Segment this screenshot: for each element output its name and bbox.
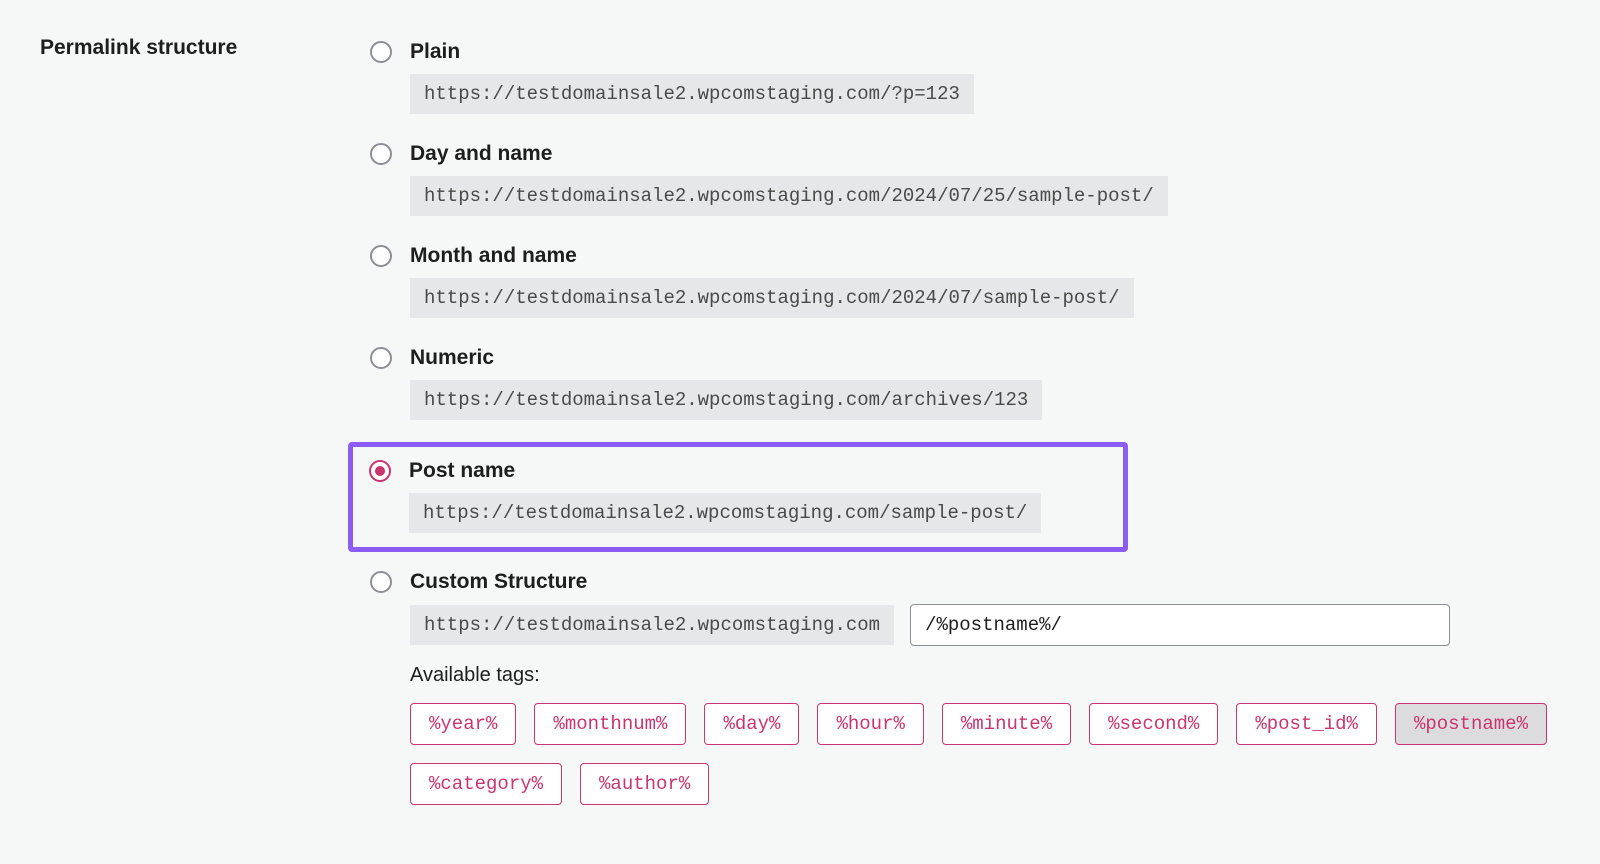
radio-plain[interactable]: [370, 41, 392, 63]
tag-category[interactable]: %category%: [410, 763, 562, 805]
custom-structure-input[interactable]: [910, 604, 1450, 646]
option-label-numeric: Numeric: [410, 346, 494, 370]
section-label: Permalink structure: [40, 30, 370, 60]
available-tags-label: Available tags:: [410, 664, 1560, 687]
tag-minute[interactable]: %minute%: [942, 703, 1071, 745]
example-day-and-name: https://testdomainsale2.wpcomstaging.com…: [410, 176, 1168, 216]
permalink-settings-section: Permalink structure Plain https://testdo…: [40, 30, 1560, 823]
radio-custom-structure[interactable]: [370, 571, 392, 593]
tag-year[interactable]: %year%: [410, 703, 516, 745]
radio-day-and-name[interactable]: [370, 143, 392, 165]
tag-day[interactable]: %day%: [704, 703, 799, 745]
option-numeric: Numeric https://testdomainsale2.wpcomsta…: [370, 336, 1560, 438]
highlight-post-name: Post name https://testdomainsale2.wpcoms…: [348, 442, 1128, 552]
option-label-month-and-name: Month and name: [410, 244, 577, 268]
example-post-name: https://testdomainsale2.wpcomstaging.com…: [409, 493, 1041, 533]
option-plain: Plain https://testdomainsale2.wpcomstagi…: [370, 30, 1560, 132]
option-label-custom-structure: Custom Structure: [410, 570, 587, 594]
permalink-options: Plain https://testdomainsale2.wpcomstagi…: [370, 30, 1560, 823]
tag-second[interactable]: %second%: [1089, 703, 1218, 745]
example-plain: https://testdomainsale2.wpcomstaging.com…: [410, 74, 974, 114]
example-month-and-name: https://testdomainsale2.wpcomstaging.com…: [410, 278, 1134, 318]
tag-hour[interactable]: %hour%: [817, 703, 923, 745]
tag-post_id[interactable]: %post_id%: [1236, 703, 1377, 745]
tag-author[interactable]: %author%: [580, 763, 709, 805]
radio-numeric[interactable]: [370, 347, 392, 369]
example-numeric: https://testdomainsale2.wpcomstaging.com…: [410, 380, 1042, 420]
option-custom-structure: Custom Structure https://testdomainsale2…: [370, 562, 1560, 823]
tag-postname[interactable]: %postname%: [1395, 703, 1547, 745]
option-day-and-name: Day and name https://testdomainsale2.wpc…: [370, 132, 1560, 234]
tag-monthnum[interactable]: %monthnum%: [534, 703, 686, 745]
custom-url-prefix: https://testdomainsale2.wpcomstaging.com: [410, 605, 894, 645]
option-label-day-and-name: Day and name: [410, 142, 552, 166]
radio-post-name[interactable]: [369, 460, 391, 482]
option-post-name: Post name https://testdomainsale2.wpcoms…: [369, 459, 1107, 533]
available-tags: %year% %monthnum% %day% %hour% %minute% %seco…: [410, 703, 1560, 805]
option-month-and-name: Month and name https://testdomainsale2.w…: [370, 234, 1560, 336]
option-label-plain: Plain: [410, 40, 460, 64]
radio-month-and-name[interactable]: [370, 245, 392, 267]
option-label-post-name: Post name: [409, 459, 515, 483]
